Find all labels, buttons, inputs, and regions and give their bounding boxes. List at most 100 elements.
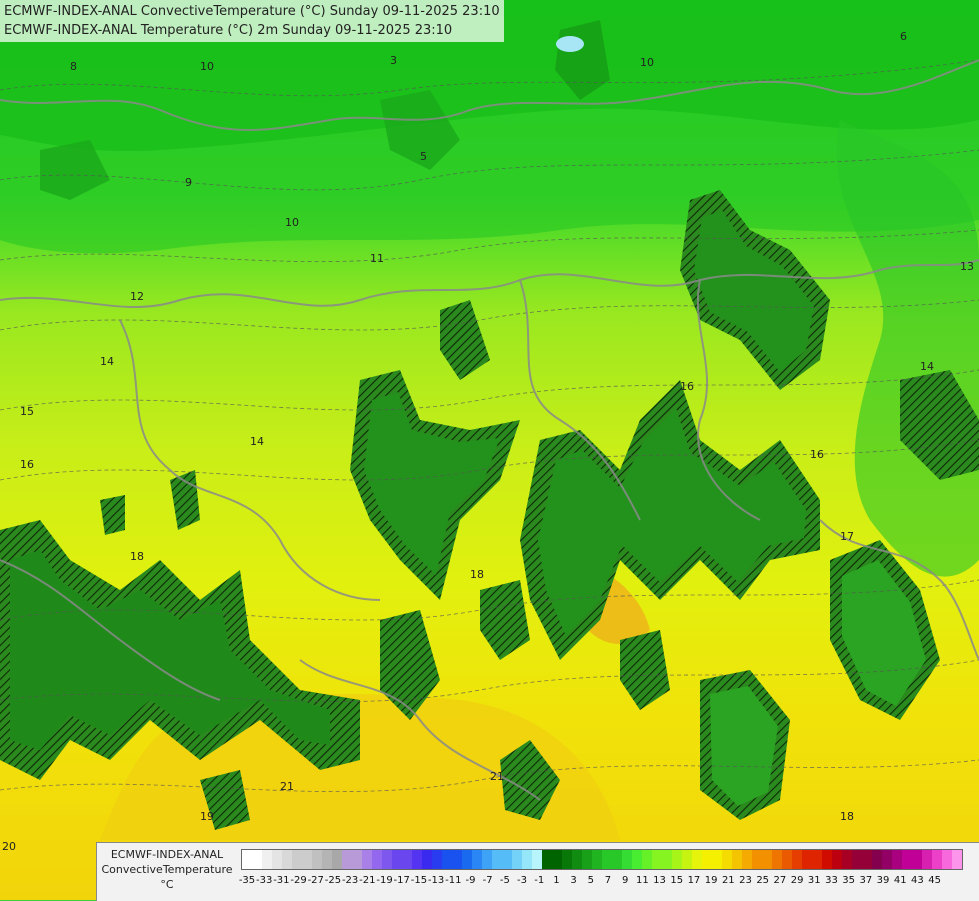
legend-swatch <box>642 850 652 869</box>
contour-label: 18 <box>470 568 484 581</box>
contour-label: 10 <box>285 216 299 229</box>
legend-swatch <box>502 850 512 869</box>
legend-swatch <box>662 850 672 869</box>
legend-swatches <box>241 849 963 870</box>
legend-swatch <box>362 850 372 869</box>
contour-label: 13 <box>960 260 974 273</box>
legend-tick: -27 <box>307 875 324 886</box>
legend-tick: 43 <box>911 875 924 886</box>
legend-tick: -29 <box>290 875 307 886</box>
contour-label: 16 <box>680 380 694 393</box>
contour-label: 14 <box>100 355 114 368</box>
contour-label: 3 <box>390 54 397 67</box>
legend-tick: -33 <box>256 875 273 886</box>
legend-tick: -25 <box>324 875 342 886</box>
legend-swatch <box>452 850 462 869</box>
contour-label: 18 <box>130 550 144 563</box>
legend-swatch <box>692 850 702 869</box>
legend-tick: 37 <box>859 875 873 886</box>
legend-swatch <box>732 850 742 869</box>
legend-swatch <box>942 850 952 869</box>
legend-tick: 31 <box>807 875 821 886</box>
legend-swatch <box>902 850 912 869</box>
legend-tick: -31 <box>273 875 290 886</box>
contour-label: 11 <box>370 252 384 265</box>
contour-label: 19 <box>200 810 214 823</box>
legend-tick: -11 <box>445 875 462 886</box>
legend-swatch <box>872 850 882 869</box>
contour-label: 16 <box>810 448 824 461</box>
legend-swatch <box>342 850 352 869</box>
legend-swatch <box>512 850 522 869</box>
legend-swatch <box>772 850 782 869</box>
legend-tick: 1 <box>553 875 560 886</box>
legend-swatch <box>402 850 412 869</box>
legend-swatch <box>632 850 642 869</box>
legend-swatch <box>332 850 342 869</box>
legend-swatch <box>552 850 562 869</box>
contour-label: 12 <box>130 290 144 303</box>
contour-label: 14 <box>920 360 934 373</box>
contour-label: 21 <box>280 780 294 793</box>
legend-tick: -7 <box>482 875 493 886</box>
legend-tick: 3 <box>570 875 577 886</box>
legend-swatch <box>252 850 262 869</box>
legend-tick: 29 <box>790 875 804 886</box>
legend-swatch <box>352 850 362 869</box>
legend-swatch <box>522 850 532 869</box>
legend-swatch <box>292 850 302 869</box>
contour-label: 18 <box>840 810 854 823</box>
legend-tick: -19 <box>376 875 393 886</box>
contour-label: 8 <box>70 60 77 73</box>
legend-tick: -35 <box>238 875 256 886</box>
legend-swatch <box>862 850 872 869</box>
color-legend: ECMWF-INDEX-ANAL ConvectiveTemperature °… <box>96 842 979 901</box>
legend-tick: 41 <box>893 875 907 886</box>
map-header: ECMWF-INDEX-ANAL ConvectiveTemperature (… <box>0 0 504 42</box>
legend-swatch <box>322 850 332 869</box>
legend-swatch <box>622 850 632 869</box>
contour-label: 15 <box>20 405 34 418</box>
legend-tick: 39 <box>876 875 890 886</box>
legend-tick: -17 <box>393 875 410 886</box>
legend-swatch <box>312 850 322 869</box>
legend-swatch <box>712 850 722 869</box>
legend-tick: 27 <box>773 875 787 886</box>
legend-swatch <box>752 850 762 869</box>
legend-tick: 11 <box>635 875 649 886</box>
legend-swatch <box>842 850 852 869</box>
legend-tick: -1 <box>534 875 545 886</box>
legend-tick: 17 <box>687 875 701 886</box>
legend-title-line1: ECMWF-INDEX-ANAL <box>110 848 224 861</box>
legend-swatch <box>372 850 382 869</box>
legend-swatch <box>892 850 902 869</box>
legend-swatch <box>922 850 932 869</box>
legend-swatch <box>652 850 662 869</box>
legend-swatch <box>472 850 482 869</box>
legend-swatch <box>612 850 622 869</box>
legend-swatch <box>802 850 812 869</box>
legend-swatch <box>422 850 432 869</box>
legend-tick: 19 <box>704 875 718 886</box>
legend-tick: -13 <box>427 875 445 886</box>
legend-tick: 13 <box>653 875 666 886</box>
legend-swatch <box>762 850 772 869</box>
legend-swatch <box>412 850 422 869</box>
legend-swatch <box>242 850 252 869</box>
legend-tick: 23 <box>739 875 752 886</box>
legend-swatch <box>482 850 492 869</box>
lake <box>556 36 584 52</box>
contour-label: 16 <box>20 458 34 471</box>
legend-swatch <box>832 850 842 869</box>
legend-swatch <box>882 850 892 869</box>
legend-title: ECMWF-INDEX-ANAL ConvectiveTemperature °… <box>97 847 237 892</box>
legend-tick: 21 <box>721 875 735 886</box>
legend-tick: -3 <box>517 875 528 886</box>
weather-map: 8 10 9 10 11 12 14 15 16 14 16 16 14 13 … <box>0 0 979 900</box>
legend-swatch <box>462 850 472 869</box>
legend-swatch <box>572 850 582 869</box>
contour-label: 17 <box>840 530 854 543</box>
contour-label: 10 <box>640 56 654 69</box>
legend-swatch <box>532 850 542 869</box>
legend-tick: 7 <box>604 875 612 886</box>
